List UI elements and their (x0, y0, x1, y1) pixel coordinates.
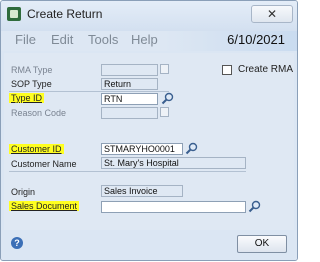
reason-code-lookup-button (160, 107, 169, 117)
customer-id-field[interactable]: STMARYHO0001 (101, 143, 183, 155)
row-divider (9, 171, 246, 172)
type-id-field[interactable]: RTN (101, 93, 158, 105)
customer-id-lookup-icon[interactable] (185, 142, 198, 155)
customer-name-label: Customer Name (11, 159, 77, 169)
sales-document-lookup-icon[interactable] (248, 200, 261, 213)
create-rma-label: Create RMA (238, 64, 294, 75)
rma-type-field[interactable] (101, 64, 158, 76)
app-icon (7, 7, 21, 21)
title-bar: Create Return ✕ (1, 1, 297, 31)
create-return-window: Create Return ✕ File Edit Tools Help 6/1… (0, 0, 298, 261)
row-divider (9, 91, 169, 92)
sales-document-field[interactable] (101, 201, 246, 213)
rma-type-label: RMA Type (11, 65, 53, 75)
menu-tools[interactable]: Tools (88, 32, 118, 47)
reason-code-field (101, 107, 158, 119)
ok-button[interactable]: OK (237, 235, 287, 253)
sop-type-label: SOP Type (11, 79, 52, 89)
type-id-lookup-icon[interactable] (161, 92, 174, 105)
user-date: 6/10/2021 (227, 32, 285, 47)
origin-label: Origin (11, 187, 36, 197)
close-button[interactable]: ✕ (251, 5, 293, 23)
rma-type-lookup-button[interactable] (160, 64, 169, 74)
origin-field: Sales Invoice (101, 185, 183, 197)
reason-code-label: Reason Code (11, 108, 67, 118)
menu-file[interactable]: File (15, 32, 36, 47)
menu-bar: File Edit Tools Help 6/10/2021 (1, 31, 297, 51)
customer-id-label[interactable]: Customer ID (9, 144, 64, 154)
sales-document-label[interactable]: Sales Document (9, 201, 80, 211)
sop-type-field: Return (101, 78, 158, 90)
menu-help[interactable]: Help (131, 32, 158, 47)
customer-name-field: St. Mary's Hospital (101, 157, 246, 169)
help-icon[interactable]: ? (11, 237, 23, 249)
window-title: Create Return (27, 7, 103, 21)
menu-edit[interactable]: Edit (51, 32, 73, 47)
create-rma-checkbox[interactable] (222, 65, 232, 75)
type-id-label[interactable]: Type ID (9, 93, 45, 103)
